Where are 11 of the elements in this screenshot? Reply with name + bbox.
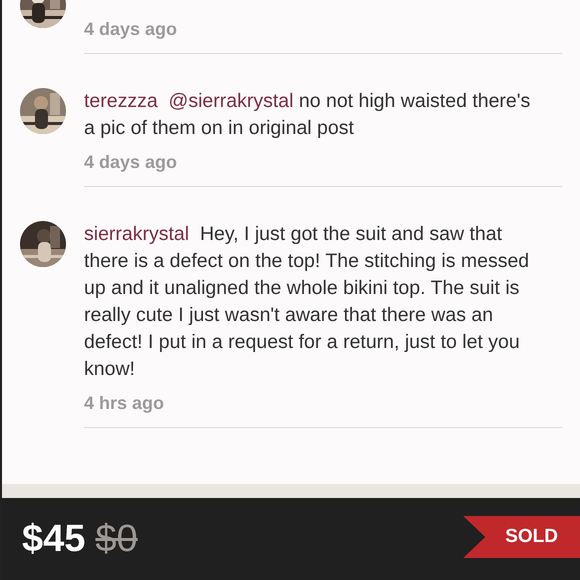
timestamp: 4 days ago xyxy=(84,19,178,40)
username-link[interactable]: terezzza xyxy=(84,90,158,112)
timestamp: 4 days ago xyxy=(84,152,178,173)
original-price: $0 xyxy=(95,518,138,560)
price: $45 xyxy=(22,518,86,560)
sold-ribbon: SOLD xyxy=(463,516,580,558)
comment-text: terezzza @sierrakrystal no not high waisted there's a pic of them on in original post xyxy=(84,89,532,141)
timestamp: 4 hrs ago xyxy=(84,393,164,414)
mention-link[interactable]: @sierrakrystal xyxy=(168,90,294,112)
username-link[interactable]: sierrakrystal xyxy=(84,223,190,245)
comment-text: sierrakrystal Hey, I just got the suit and saw that there is a defect on the top! The stitching is messed up and it unaligned the whole bikini top. The suit is really cute I just wasn't aware that there was an defect! I put in a request for a return, just to let you know! xyxy=(84,222,530,382)
